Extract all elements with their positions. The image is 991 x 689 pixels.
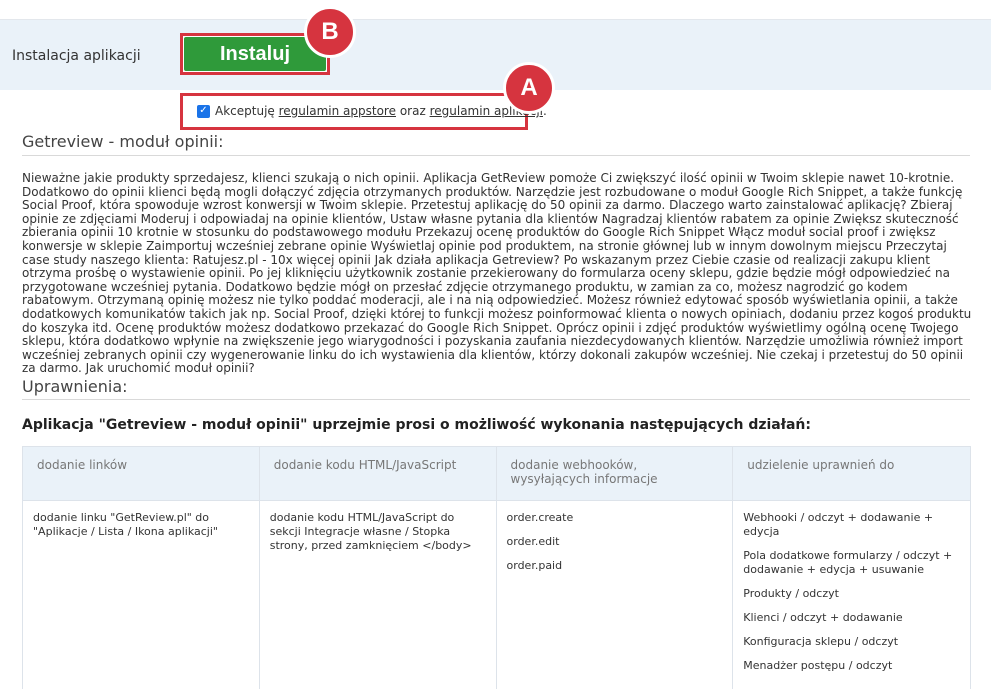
grant-item: Webhooki / odczyt + dodawanie + edycja <box>743 511 934 538</box>
accept-terms-checkbox[interactable]: ✓ <box>197 104 210 118</box>
accept-terms-row: ✓ Akceptuję regulamin appstore oraz regu… <box>197 104 547 118</box>
grant-item: Konfiguracja sklepu / odczyt <box>743 635 899 648</box>
column-header-webhooks: dodanie webhooków, wysyłających informac… <box>495 446 734 501</box>
callout-badge-a: A <box>503 62 555 114</box>
callout-badge-b: B <box>304 6 356 58</box>
top-strip <box>0 0 991 20</box>
module-description: Nieważne jakie produkty sprzedajesz, kli… <box>22 171 972 376</box>
grant-item: Produkty / odczyt <box>743 587 839 600</box>
webhook-item: order.paid <box>506 559 563 572</box>
install-label: Instalacja aplikacji <box>12 48 141 64</box>
module-title-divider <box>22 155 970 156</box>
html-cell: dodanie kodu HTML/JavaScript do sekcji I… <box>258 500 497 689</box>
grant-item: Pola dodatkowe formularzy / odczyt + dod… <box>743 549 953 576</box>
webhook-item: order.edit <box>506 535 560 548</box>
column-header-grants: udzielenie uprawnień do <box>732 446 971 501</box>
install-button[interactable]: Instaluj <box>184 37 326 71</box>
column-header-links: dodanie linków <box>22 446 260 501</box>
webhooks-list: order.create order.edit order.paid <box>507 511 723 573</box>
grant-item: Klienci / odczyt + dodawanie <box>743 611 903 624</box>
permissions-row: dodanie linku "GetReview.pl" do "Aplikac… <box>22 500 971 689</box>
grants-cell: Webhooki / odczyt + dodawanie + edycja P… <box>732 500 971 689</box>
webhooks-cell: order.create order.edit order.paid <box>495 500 734 689</box>
permissions-table: dodanie linków dodanie kodu HTML/JavaScr… <box>22 446 971 689</box>
webhook-item: order.create <box>506 511 574 524</box>
permissions-header-row: dodanie linków dodanie kodu HTML/JavaScr… <box>22 446 971 501</box>
grant-item: Menadżer postępu / odczyt <box>743 659 893 672</box>
column-header-html: dodanie kodu HTML/JavaScript <box>258 446 497 501</box>
accept-prefix: Akceptuję <box>215 104 275 118</box>
module-title: Getreview - moduł opinii: <box>22 132 224 151</box>
install-bar <box>0 20 991 90</box>
accept-middle: oraz <box>399 104 426 118</box>
permissions-heading: Aplikacja "Getreview - moduł opinii" upr… <box>22 417 811 433</box>
grants-list: Webhooki / odczyt + dodawanie + edycja P… <box>743 511 960 673</box>
appstore-terms-link[interactable]: regulamin appstore <box>279 104 396 118</box>
links-cell: dodanie linku "GetReview.pl" do "Aplikac… <box>22 500 260 689</box>
permissions-title-divider <box>22 399 970 400</box>
